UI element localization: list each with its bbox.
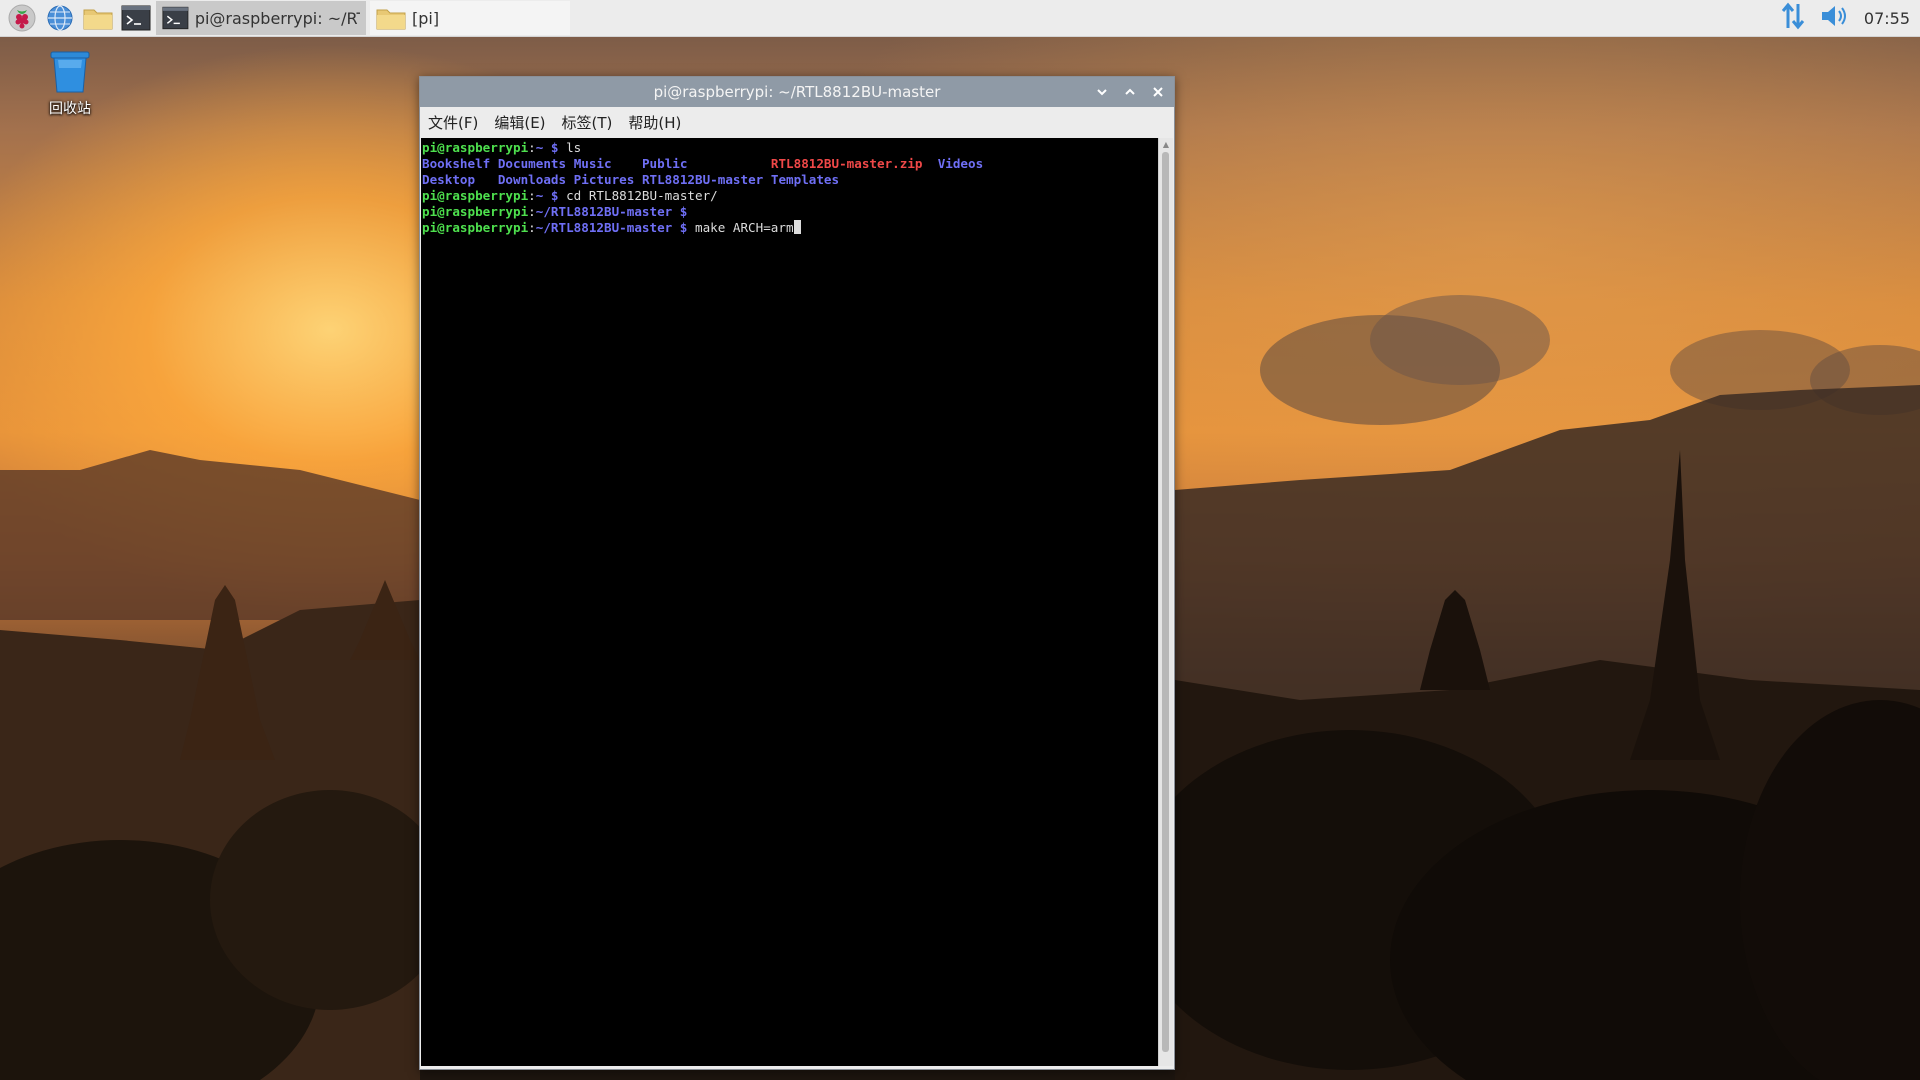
terminal-line: pi@raspberrypi:~/RTL8812BU-master $ <box>422 204 1157 220</box>
command-text: ls <box>566 140 582 155</box>
ls-directory-entry: Videos <box>937 156 984 171</box>
terminal-line: Desktop Downloads Pictures RTL8812BU-mas… <box>422 172 1157 188</box>
taskbar: pi@raspberrypi: ~/RT... [pi] 07:55 <box>0 0 1920 37</box>
volume-icon[interactable] <box>1820 3 1850 33</box>
taskbar-task-label: [pi] <box>412 8 440 28</box>
menu-help[interactable]: 帮助(H) <box>628 112 681 133</box>
terminal-window: pi@raspberrypi: ~/RTL8812BU-master 文件(F)… <box>419 76 1175 1070</box>
ls-directory-entry: Templates <box>770 172 840 187</box>
prompt-path: ~ $ <box>535 140 567 155</box>
ls-directory-entry: Desktop <box>422 172 476 187</box>
terminal-line: pi@raspberrypi:~ $ ls <box>422 140 1157 156</box>
ls-directory-entry: RTL8812BU-master <box>641 172 764 187</box>
ls-archive-entry: RTL8812BU-master.zip <box>770 156 923 171</box>
minimize-icon[interactable] <box>1094 84 1110 100</box>
window-title: pi@raspberrypi: ~/RTL8812BU-master <box>653 83 941 101</box>
clock[interactable]: 07:55 <box>1864 9 1910 28</box>
prompt-separator: : <box>528 140 536 155</box>
terminal-scrollbar[interactable]: ▲ <box>1158 138 1173 1066</box>
ls-directory-entry: Bookshelf <box>422 156 491 171</box>
ls-directory-entry: Public <box>641 156 688 171</box>
ls-directory-entry: Downloads <box>497 172 567 187</box>
menu-edit[interactable]: 编辑(E) <box>494 112 545 133</box>
desktop-icon-label: 回收站 <box>49 101 91 117</box>
folder-icon <box>376 9 406 30</box>
taskbar-task-file-manager[interactable]: [pi] <box>370 1 570 35</box>
scroll-up-icon[interactable]: ▲ <box>1159 140 1173 150</box>
close-icon[interactable] <box>1150 84 1166 100</box>
file-manager-icon[interactable] <box>82 2 114 34</box>
ls-directory-entry: Music <box>573 156 612 171</box>
trash-icon <box>50 51 90 93</box>
prompt-path: ~/RTL8812BU-master $ <box>535 204 688 219</box>
system-tray: 07:55 <box>1780 0 1910 36</box>
terminal-line: pi@raspberrypi:~ $ cd RTL8812BU-master/ <box>422 188 1157 204</box>
ls-directory-entry: Pictures <box>573 172 635 187</box>
network-icon[interactable] <box>1780 2 1806 34</box>
terminal-icon <box>162 6 189 30</box>
prompt-user: pi@raspberrypi <box>422 204 529 219</box>
maximize-icon[interactable] <box>1122 84 1138 100</box>
prompt-separator: : <box>528 204 536 219</box>
prompt-separator: : <box>528 220 536 235</box>
terminal-line: Bookshelf Documents Music Public RTL8812… <box>422 156 1157 172</box>
prompt-path: ~/RTL8812BU-master $ <box>535 220 695 235</box>
prompt-separator: : <box>528 188 536 203</box>
menu-file[interactable]: 文件(F) <box>428 112 478 133</box>
command-text: make ARCH=arm <box>694 220 794 235</box>
prompt-path: ~ $ <box>535 188 567 203</box>
taskbar-task-label: pi@raspberrypi: ~/RT... <box>194 8 360 28</box>
ls-directory-entry: Documents <box>497 156 567 171</box>
web-browser-icon[interactable] <box>44 2 76 34</box>
prompt-user: pi@raspberrypi <box>422 188 529 203</box>
prompt-user: pi@raspberrypi <box>422 140 529 155</box>
command-text: cd RTL8812BU-master/ <box>566 188 718 203</box>
window-titlebar[interactable]: pi@raspberrypi: ~/RTL8812BU-master <box>420 77 1174 107</box>
desktop-icon-trash[interactable]: 回收站 <box>40 48 100 118</box>
terminal-output[interactable]: pi@raspberrypi:~ $ ls Bookshelf Documents… <box>421 138 1158 1066</box>
terminal-line: pi@raspberrypi:~/RTL8812BU-master $ make… <box>422 220 1157 236</box>
scrollbar-thumb[interactable] <box>1162 152 1169 1052</box>
prompt-user: pi@raspberrypi <box>422 220 529 235</box>
terminal-launcher-icon[interactable] <box>120 2 152 34</box>
raspberry-menu-icon[interactable] <box>6 2 38 34</box>
menu-bar: 文件(F) 编辑(E) 标签(T) 帮助(H) <box>420 107 1174 137</box>
menu-tabs[interactable]: 标签(T) <box>562 112 613 133</box>
terminal-cursor <box>793 220 801 234</box>
taskbar-task-terminal[interactable]: pi@raspberrypi: ~/RT... <box>156 1 366 35</box>
